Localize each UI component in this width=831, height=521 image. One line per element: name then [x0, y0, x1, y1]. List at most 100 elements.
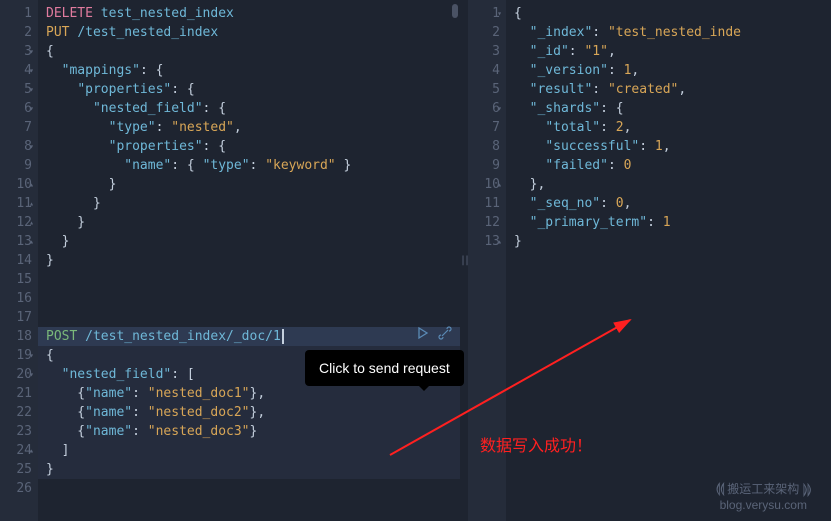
- line-number: 8▾: [0, 137, 32, 156]
- line-number: 5: [468, 80, 500, 99]
- fold-icon[interactable]: ▾: [497, 99, 502, 118]
- fold-icon[interactable]: ▴: [29, 232, 34, 251]
- line-gutter-left: 123▾4▾5▾6▾78▾910▴11▴12▴13▴141516171819▾2…: [0, 0, 38, 521]
- code-line[interactable]: "_version": 1,: [514, 61, 831, 80]
- line-number: 8: [468, 137, 500, 156]
- editor-container: 123▾4▾5▾6▾78▾910▴11▴12▴13▴141516171819▾2…: [0, 0, 831, 521]
- code-line[interactable]: "total": 2,: [514, 118, 831, 137]
- send-request-tooltip: Click to send request: [305, 350, 464, 386]
- line-number: 6▾: [0, 99, 32, 118]
- fold-icon[interactable]: ▾: [29, 42, 34, 61]
- code-line[interactable]: POST /test_nested_index/_doc/1: [46, 327, 460, 346]
- code-line[interactable]: "name": { "type": "keyword" }: [46, 156, 460, 175]
- watermark-deco-right: ⟭⟭: [803, 480, 811, 496]
- fold-icon[interactable]: ▴: [29, 441, 34, 460]
- code-line[interactable]: }: [46, 175, 460, 194]
- fold-icon[interactable]: ▾: [29, 137, 34, 156]
- line-number: 13▴: [0, 232, 32, 251]
- code-line[interactable]: [46, 289, 460, 308]
- code-line[interactable]: }: [46, 194, 460, 213]
- fold-icon[interactable]: ▾: [29, 346, 34, 365]
- fold-icon[interactable]: ▾: [29, 365, 34, 384]
- line-number: 9: [468, 156, 500, 175]
- line-number: 25: [0, 460, 32, 479]
- code-line[interactable]: [46, 479, 460, 498]
- fold-icon[interactable]: ▴: [497, 175, 502, 194]
- line-number: 21: [0, 384, 32, 403]
- fold-icon[interactable]: ▾: [29, 80, 34, 99]
- code-line[interactable]: }: [46, 251, 460, 270]
- code-line[interactable]: },: [514, 175, 831, 194]
- code-line[interactable]: "failed": 0: [514, 156, 831, 175]
- code-line[interactable]: "_id": "1",: [514, 42, 831, 61]
- code-line[interactable]: "_seq_no": 0,: [514, 194, 831, 213]
- request-editor[interactable]: DELETE test_nested_indexPUT /test_nested…: [38, 0, 460, 521]
- line-number: 22: [0, 403, 32, 422]
- code-line[interactable]: DELETE test_nested_index: [46, 4, 460, 23]
- code-line[interactable]: }: [46, 232, 460, 251]
- fold-icon[interactable]: ▴: [29, 194, 34, 213]
- line-number: 12: [468, 213, 500, 232]
- fold-icon[interactable]: ▴: [29, 175, 34, 194]
- line-number: 11▴: [0, 194, 32, 213]
- code-line[interactable]: "type": "nested",: [46, 118, 460, 137]
- code-line[interactable]: PUT /test_nested_index: [46, 23, 460, 42]
- line-number: 2: [0, 23, 32, 42]
- code-line[interactable]: "properties": {: [46, 80, 460, 99]
- code-line[interactable]: {"name": "nested_doc3"}: [46, 422, 460, 441]
- line-number: 15: [0, 270, 32, 289]
- code-line[interactable]: [46, 270, 460, 289]
- line-number: 13▴: [468, 232, 500, 251]
- code-line[interactable]: "mappings": {: [46, 61, 460, 80]
- line-number: 17: [0, 308, 32, 327]
- watermark-title: 搬运工来架构: [727, 482, 799, 496]
- code-line[interactable]: {: [46, 42, 460, 61]
- code-line[interactable]: "successful": 1,: [514, 137, 831, 156]
- fold-icon[interactable]: ▾: [497, 4, 502, 23]
- divider-handle-icon: ||: [460, 255, 468, 266]
- code-line[interactable]: {"name": "nested_doc2"},: [46, 403, 460, 422]
- code-line[interactable]: {: [514, 4, 831, 23]
- line-number: 10▴: [0, 175, 32, 194]
- line-number: 7: [468, 118, 500, 137]
- send-request-button[interactable]: [416, 326, 430, 344]
- request-options-button[interactable]: [438, 326, 452, 344]
- code-line[interactable]: "properties": {: [46, 137, 460, 156]
- code-line[interactable]: "_primary_term": 1: [514, 213, 831, 232]
- code-line[interactable]: "result": "created",: [514, 80, 831, 99]
- line-number: 10▴: [468, 175, 500, 194]
- line-number: 3: [468, 42, 500, 61]
- fold-icon[interactable]: ▾: [29, 61, 34, 80]
- code-line[interactable]: {"name": "nested_doc1"},: [46, 384, 460, 403]
- line-number: 12▴: [0, 213, 32, 232]
- code-line[interactable]: ]: [46, 441, 460, 460]
- code-line[interactable]: "nested_field": {: [46, 99, 460, 118]
- code-line[interactable]: [46, 308, 460, 327]
- code-line[interactable]: "_shards": {: [514, 99, 831, 118]
- code-line[interactable]: "_index": "test_nested_inde: [514, 23, 831, 42]
- line-number: 3▾: [0, 42, 32, 61]
- line-number: 24▴: [0, 441, 32, 460]
- fold-icon[interactable]: ▴: [29, 213, 34, 232]
- code-line[interactable]: }: [514, 232, 831, 251]
- line-number: 11: [468, 194, 500, 213]
- code-line[interactable]: }: [46, 213, 460, 232]
- line-number: 18: [0, 327, 32, 346]
- annotation-success-text: 数据写入成功！: [480, 432, 592, 456]
- code-line[interactable]: }: [46, 460, 460, 479]
- text-cursor: [282, 329, 284, 344]
- watermark-url: blog.verysu.com: [720, 498, 807, 512]
- line-number: 5▾: [0, 80, 32, 99]
- fold-icon[interactable]: ▾: [29, 99, 34, 118]
- line-number: 1▾: [468, 4, 500, 23]
- line-number: 2: [468, 23, 500, 42]
- panel-divider[interactable]: ||: [460, 0, 468, 521]
- fold-icon[interactable]: ▴: [497, 232, 502, 251]
- watermark: ⟬⟬ 搬运工来架构 ⟭⟭ blog.verysu.com: [716, 480, 811, 513]
- line-number: 6▾: [468, 99, 500, 118]
- line-number: 7: [0, 118, 32, 137]
- line-number: 20▾: [0, 365, 32, 384]
- watermark-deco-left: ⟬⟬: [716, 480, 724, 496]
- line-number: 14: [0, 251, 32, 270]
- line-number: 16: [0, 289, 32, 308]
